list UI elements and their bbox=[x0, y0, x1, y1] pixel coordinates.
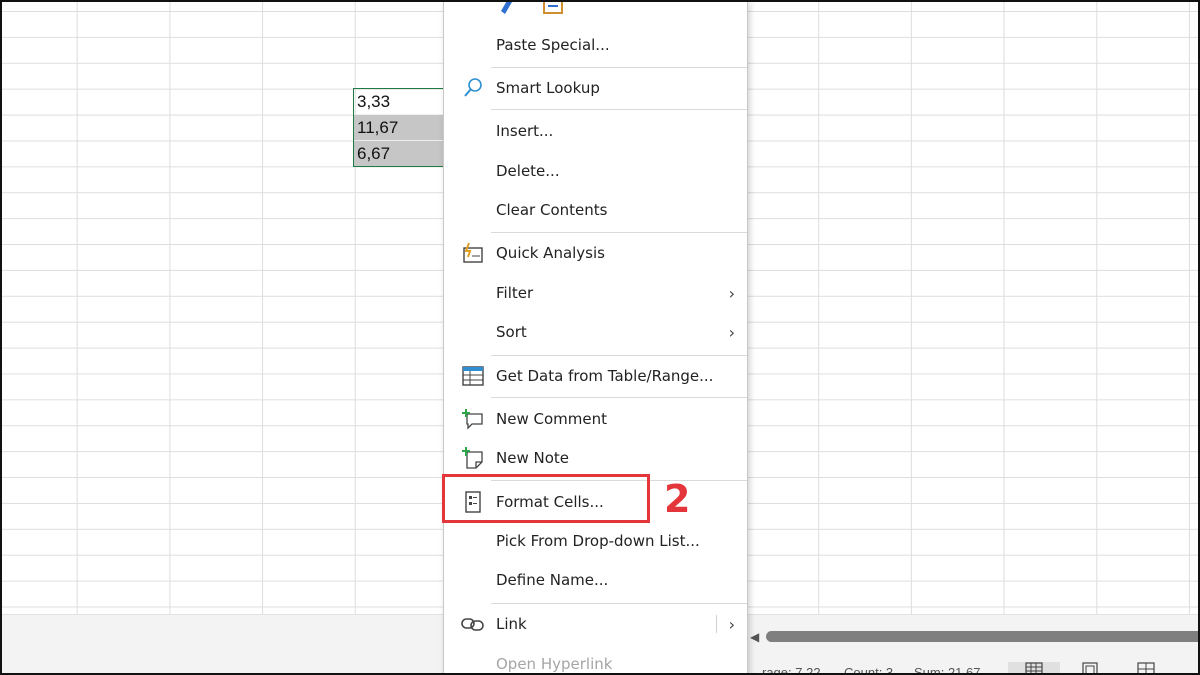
menu-item-link[interactable]: Link › bbox=[444, 607, 747, 641]
paste-values-icon[interactable] bbox=[542, 0, 564, 15]
page-layout-icon bbox=[1082, 662, 1098, 673]
menu-item-smart-lookup[interactable]: Smart Lookup bbox=[444, 71, 747, 105]
normal-view-button[interactable] bbox=[1008, 662, 1060, 673]
status-sum: Sum: 21,67 bbox=[914, 665, 981, 675]
menu-item-filter[interactable]: Filter › bbox=[444, 276, 747, 310]
menu-separator bbox=[491, 232, 747, 233]
status-average: rage: 7,22 bbox=[762, 665, 821, 675]
menu-item-delete[interactable]: Delete... bbox=[444, 154, 747, 188]
menu-item-new-note[interactable]: New Note bbox=[444, 441, 747, 475]
submenu-arrow-icon: › bbox=[728, 283, 735, 303]
page-layout-view-button[interactable] bbox=[1064, 662, 1116, 673]
link-icon bbox=[461, 612, 485, 636]
cell-selection-border bbox=[353, 88, 447, 167]
excel-window: 3,33 11,67 6,67 ◀ rage: 7,22 Count: 3 Su… bbox=[0, 0, 1200, 675]
context-menu: Paste Special... Smart Lookup Insert... … bbox=[443, 0, 748, 673]
search-icon bbox=[461, 76, 485, 100]
page-break-icon bbox=[1137, 662, 1155, 673]
menu-separator bbox=[491, 397, 747, 398]
new-note-icon bbox=[461, 446, 485, 470]
paste-brush-icon[interactable] bbox=[498, 0, 524, 15]
normal-view-icon bbox=[1025, 662, 1043, 673]
menu-separator bbox=[491, 67, 747, 68]
menu-separator bbox=[491, 355, 747, 356]
menu-separator bbox=[491, 109, 747, 110]
step-number-label: 2 bbox=[664, 477, 691, 521]
menu-item-define-name[interactable]: Define Name... bbox=[444, 563, 747, 597]
menu-item-get-data[interactable]: Get Data from Table/Range... bbox=[444, 359, 747, 393]
paste-options-row bbox=[498, 0, 564, 15]
quick-analysis-icon bbox=[461, 241, 485, 265]
menu-item-paste-special[interactable]: Paste Special... bbox=[444, 28, 747, 62]
submenu-arrow-icon[interactable]: › bbox=[729, 615, 735, 634]
menu-separator bbox=[491, 603, 747, 604]
submenu-arrow-icon: › bbox=[728, 322, 735, 342]
status-count: Count: 3 bbox=[844, 665, 894, 675]
new-comment-icon bbox=[461, 407, 485, 431]
table-icon bbox=[461, 364, 485, 388]
horizontal-scrollbar[interactable] bbox=[766, 631, 1198, 642]
menu-item-quick-analysis[interactable]: Quick Analysis bbox=[444, 236, 747, 270]
format-cells-highlight bbox=[442, 474, 650, 523]
page-break-view-button[interactable] bbox=[1120, 662, 1172, 673]
split-divider bbox=[716, 615, 717, 633]
menu-item-pick-from-list[interactable]: Pick From Drop-down List... bbox=[444, 524, 747, 558]
menu-item-clear-contents[interactable]: Clear Contents bbox=[444, 193, 747, 227]
menu-item-sort[interactable]: Sort › bbox=[444, 315, 747, 349]
scroll-left-arrow-icon[interactable]: ◀ bbox=[750, 630, 759, 644]
menu-item-new-comment[interactable]: New Comment bbox=[444, 402, 747, 436]
menu-item-open-hyperlink: Open Hyperlink bbox=[496, 655, 613, 673]
menu-item-insert[interactable]: Insert... bbox=[444, 114, 747, 148]
